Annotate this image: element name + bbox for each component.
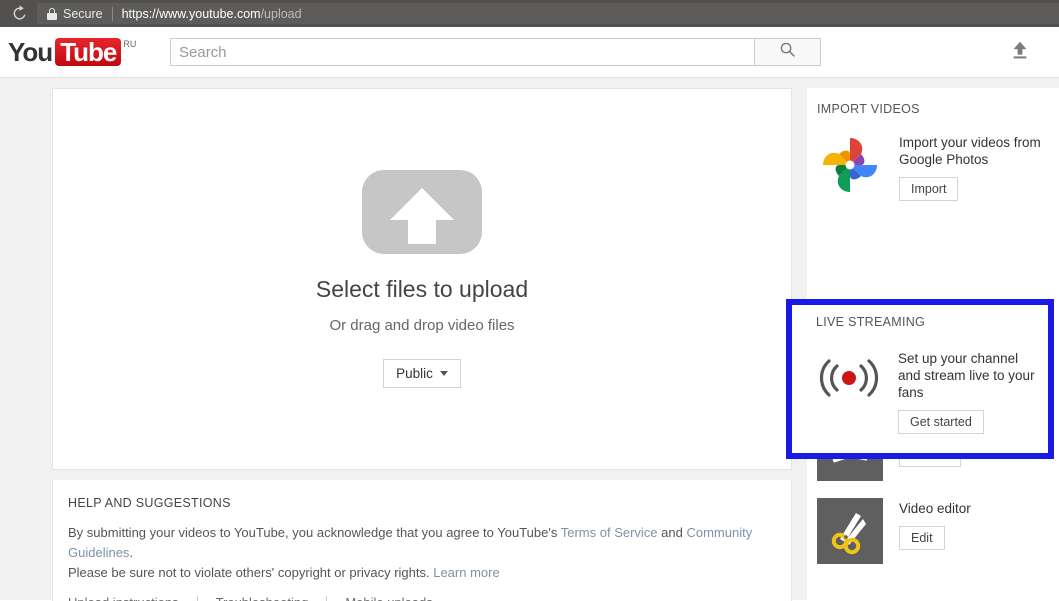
help-line-2: Please be sure not to violate others' co…	[68, 563, 776, 583]
import-videos-body: Import your videos from Google Photos Im…	[899, 132, 1044, 201]
security-label: Secure	[63, 6, 103, 21]
import-videos-section: IMPORT VIDEOS Import your videos from Go…	[807, 88, 1059, 201]
live-broadcast-icon	[816, 352, 882, 404]
help-line-1-pre: By submitting your videos to YouTube, yo…	[68, 525, 561, 540]
import-button[interactable]: Import	[899, 177, 959, 201]
logo-you-text: You	[8, 37, 53, 67]
main-column: Select files to upload Or drag and drop …	[52, 88, 792, 601]
url-path: /upload	[260, 6, 302, 21]
youtube-logo[interactable]: You Tube RU	[8, 38, 136, 66]
help-heading: HELP AND SUGGESTIONS	[68, 496, 231, 510]
search-area	[170, 38, 821, 66]
lock-icon	[47, 7, 57, 20]
chevron-down-icon	[439, 371, 448, 376]
search-icon	[779, 41, 796, 63]
help-links-row: Upload instructions Troubleshooting Mobi…	[68, 595, 776, 601]
live-streaming-item: Set up your channel and stream live to y…	[816, 348, 1048, 434]
upload-subtitle: Or drag and drop video files	[329, 317, 515, 334]
video-editor-title: Video editor	[899, 501, 971, 516]
upload-instructions-link[interactable]: Upload instructions	[68, 595, 179, 601]
privacy-select[interactable]: Public	[383, 359, 461, 388]
live-streaming-body: Set up your channel and stream live to y…	[898, 348, 1043, 434]
mobile-uploads-link[interactable]: Mobile uploads	[345, 595, 432, 601]
help-line-2-pre: Please be sure not to violate others' co…	[68, 565, 434, 580]
video-editor-item: Video editor Edit	[817, 498, 1059, 564]
masthead: You Tube RU	[0, 27, 1059, 78]
upload-title: Select files to upload	[315, 276, 529, 302]
privacy-select-value: Public	[396, 366, 433, 381]
live-streaming-text: Set up your channel and stream live to y…	[898, 351, 1035, 400]
upload-dropzone[interactable]: Select files to upload Or drag and drop …	[316, 170, 528, 359]
link-separator	[196, 595, 198, 601]
live-streaming-heading: LIVE STREAMING	[816, 315, 926, 329]
search-button[interactable]	[755, 38, 821, 66]
country-code-label: RU	[123, 39, 137, 49]
help-card: HELP AND SUGGESTIONS By submitting your …	[52, 480, 792, 601]
url-origin: https://www.youtube.com	[121, 6, 261, 21]
upload-button-top[interactable]	[1007, 39, 1033, 65]
terms-of-service-link[interactable]: Terms of Service	[561, 525, 658, 540]
help-line-1: By submitting your videos to YouTube, yo…	[68, 523, 776, 563]
edit-video-button[interactable]: Edit	[899, 526, 945, 550]
search-input[interactable]	[170, 38, 755, 66]
help-line-1-end: .	[129, 545, 134, 560]
learn-more-link[interactable]: Learn more	[433, 565, 499, 580]
reload-icon[interactable]	[6, 3, 32, 25]
upload-icon	[1009, 39, 1031, 66]
help-line-1-mid: and	[657, 525, 687, 540]
address-bar[interactable]: Secure https://www.youtube.com /upload	[37, 3, 1059, 24]
upload-cloud-icon	[362, 170, 482, 254]
page-body: Select files to upload Or drag and drop …	[0, 78, 1059, 601]
troubleshooting-link[interactable]: Troubleshooting	[216, 595, 309, 601]
get-started-button[interactable]: Get started	[898, 410, 984, 434]
google-photos-icon	[817, 132, 883, 198]
import-videos-heading: IMPORT VIDEOS	[817, 102, 920, 116]
browser-chrome: Secure https://www.youtube.com /upload	[0, 0, 1059, 27]
upload-card: Select files to upload Or drag and drop …	[52, 88, 792, 470]
import-videos-item: Import your videos from Google Photos Im…	[817, 132, 1059, 201]
video-editor-scissors-icon	[817, 498, 883, 564]
omnibox-divider	[111, 6, 113, 21]
logo-tube-box: Tube	[55, 37, 122, 67]
live-streaming-section: LIVE STREAMING Set up your channel and s…	[786, 299, 1054, 459]
logo-tube-text: Tube	[60, 37, 117, 67]
import-videos-text: Import your videos from Google Photos	[899, 135, 1041, 167]
video-editor-body: Video editor Edit	[899, 498, 971, 564]
link-separator	[326, 595, 328, 601]
